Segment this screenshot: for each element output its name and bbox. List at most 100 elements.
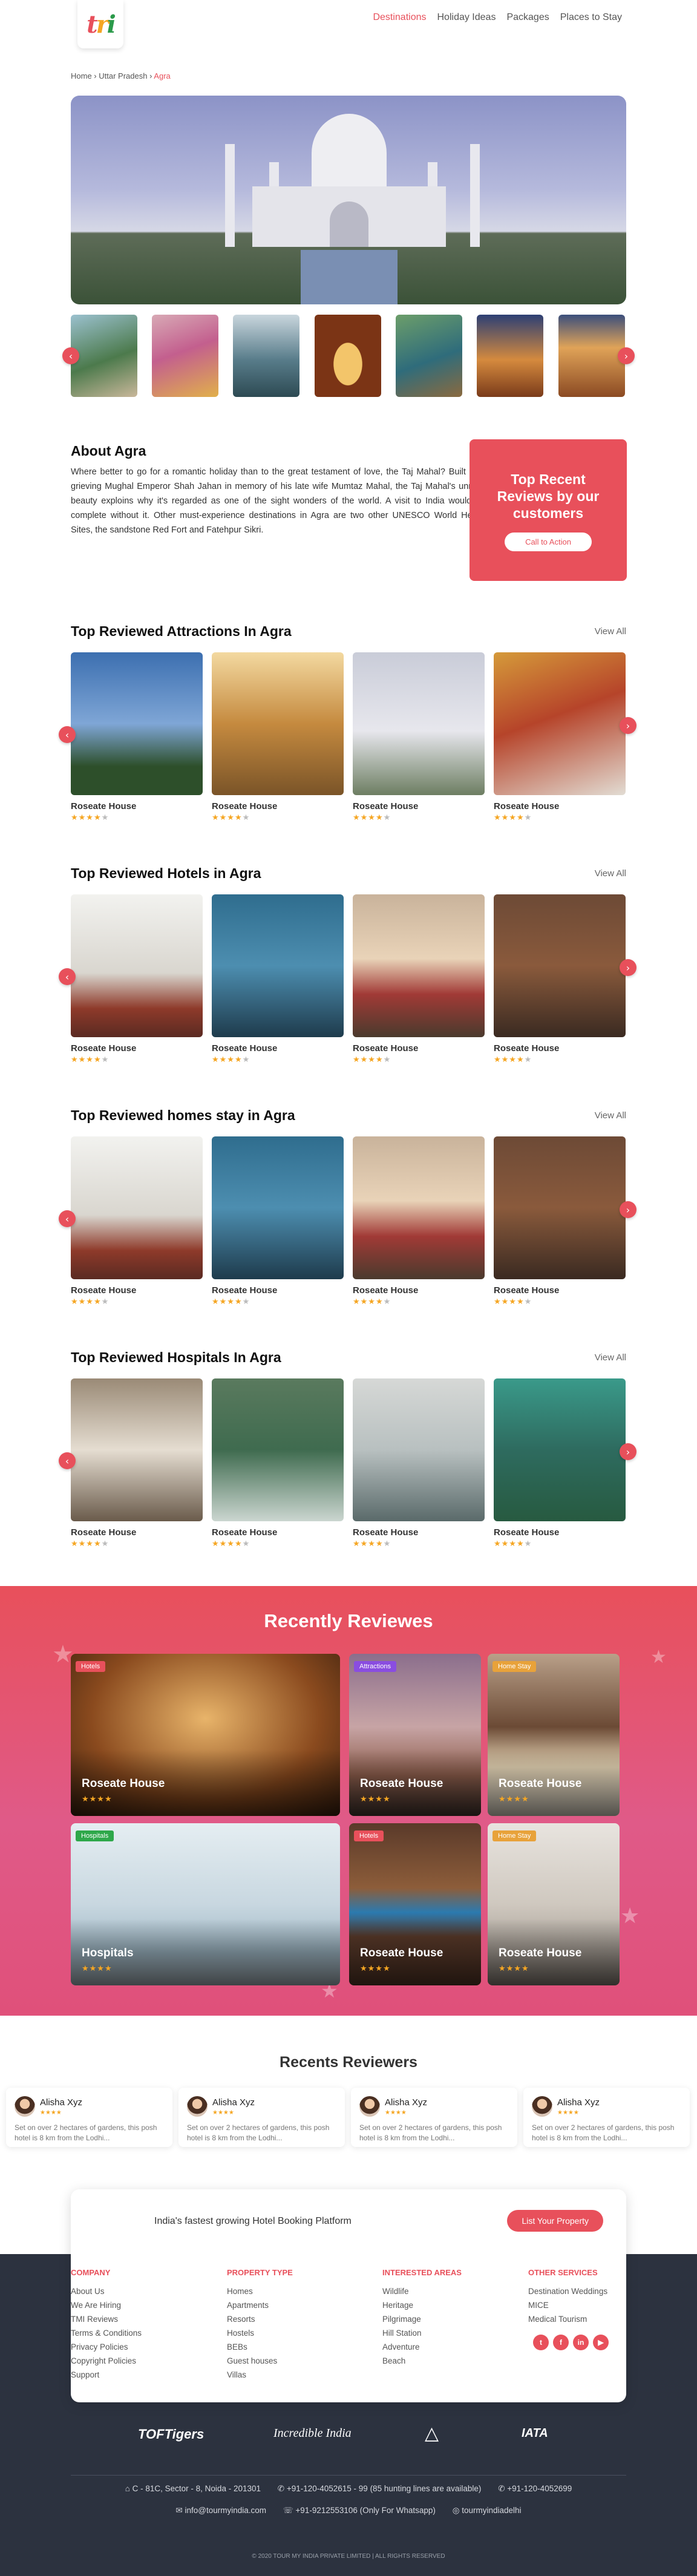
listing-card[interactable]: Roseate House ★★★★★ (212, 894, 344, 1064)
avatar (359, 2096, 380, 2117)
view-all-hotels-link[interactable]: View All (595, 868, 626, 879)
gallery-next-button[interactable]: › (618, 347, 635, 364)
footer-link[interactable]: Heritage (382, 2298, 462, 2312)
section-prev-button[interactable]: ‹ (59, 726, 76, 743)
footer-link[interactable]: Adventure (382, 2340, 462, 2354)
listing-card[interactable]: Roseate House ★★★★★ (353, 1136, 485, 1306)
gallery-prev-button[interactable]: ‹ (62, 347, 79, 364)
category-tag: Hotels (354, 1830, 384, 1841)
footer-link[interactable]: MICE (528, 2298, 607, 2312)
footer-link[interactable]: Homes (227, 2284, 293, 2298)
listing-card[interactable]: Roseate House ★★★★★ (353, 652, 485, 822)
view-all-hospitals-link[interactable]: View All (595, 1352, 626, 1363)
view-all-homestays-link[interactable]: View All (595, 1110, 626, 1121)
listing-card[interactable]: Roseate House ★★★★★ (212, 652, 344, 822)
twitter-icon[interactable]: t (533, 2335, 549, 2350)
footer-link[interactable]: Hill Station (382, 2326, 462, 2340)
footer-link[interactable]: Beach (382, 2354, 462, 2368)
footer-link[interactable]: Pilgrimage (382, 2312, 462, 2326)
footer-link[interactable]: Medical Tourism (528, 2312, 607, 2326)
listing-card[interactable]: Roseate House ★★★★★ (353, 894, 485, 1064)
listing-card[interactable]: Roseate House ★★★★★ (212, 1136, 344, 1306)
listing-card[interactable]: Roseate House ★★★★★ (71, 1136, 203, 1306)
category-tag: Hotels (76, 1661, 106, 1672)
listing-card[interactable]: Roseate House ★★★★★ (494, 1136, 626, 1306)
section-prev-button[interactable]: ‹ (59, 1210, 76, 1227)
social-handle[interactable]: ◎ tourmyindiadelhi (453, 2506, 522, 2515)
footer-link[interactable]: Hostels (227, 2326, 293, 2340)
gallery-thumb[interactable] (477, 315, 543, 397)
recent-card[interactable]: Hotels Roseate House ★★★★ (349, 1823, 481, 1985)
site-logo[interactable]: tri (77, 0, 123, 48)
footer-link[interactable]: Resorts (227, 2312, 293, 2326)
recent-card[interactable]: Hotels Roseate House ★★★★ (71, 1654, 340, 1816)
breadcrumb-home[interactable]: Home (71, 71, 92, 80)
footer-link[interactable]: Guest houses (227, 2354, 293, 2368)
footer-link[interactable]: Apartments (227, 2298, 293, 2312)
gallery-thumb[interactable] (71, 315, 137, 397)
footer-link[interactable]: BEBs (227, 2340, 293, 2354)
listing-card[interactable]: Roseate House ★★★★★ (71, 652, 203, 822)
section-next-button[interactable]: › (620, 717, 636, 734)
rating-stars: ★★★★ (557, 2109, 579, 2116)
listing-card[interactable]: Roseate House ★★★★★ (494, 1378, 626, 1549)
gallery-thumb[interactable] (315, 315, 381, 397)
list-property-button[interactable]: List Your Property (507, 2210, 603, 2232)
footer-link[interactable]: About Us (71, 2284, 142, 2298)
listing-card-name: Roseate House (212, 801, 278, 811)
linkedin-icon[interactable]: in (573, 2335, 589, 2350)
phone-secondary[interactable]: ✆ +91-120-4052699 (498, 2484, 572, 2493)
rating-stars: ★★★★★ (353, 1539, 391, 1549)
section-prev-button[interactable]: ‹ (59, 968, 76, 985)
facebook-icon[interactable]: f (553, 2335, 569, 2350)
recent-card[interactable]: Attractions Roseate House ★★★★ (349, 1654, 481, 1816)
email-link[interactable]: ✉ info@tourmyindia.com (175, 2506, 266, 2515)
gallery-thumb[interactable] (396, 315, 462, 397)
listing-card-image (353, 894, 485, 1037)
footer-link[interactable]: Terms & Conditions (71, 2326, 142, 2340)
section-next-button[interactable]: › (620, 1201, 636, 1218)
reviewer-card[interactable]: Alisha Xyz ★★★★ Set on over 2 hectares of … (351, 2088, 517, 2147)
listing-card[interactable]: Roseate House ★★★★★ (71, 1378, 203, 1549)
gallery-thumb[interactable] (233, 315, 299, 397)
gallery-thumb[interactable] (558, 315, 625, 397)
nav-places-to-stay[interactable]: Places to Stay (560, 12, 622, 23)
listing-card-image (71, 652, 203, 795)
listing-card[interactable]: Roseate House ★★★★★ (71, 894, 203, 1064)
reviewer-card[interactable]: Alisha Xyz ★★★★ Set on over 2 hectares of … (6, 2088, 172, 2147)
section-next-button[interactable]: › (620, 1443, 636, 1460)
footer-link[interactable]: Destination Weddings (528, 2284, 607, 2298)
recent-card[interactable]: Hospitals Hospitals ★★★★ (71, 1823, 340, 1985)
footer-link[interactable]: Copyright Policies (71, 2354, 142, 2368)
listing-card[interactable]: Roseate House ★★★★★ (494, 652, 626, 822)
footer-column: PROPERTY TYPE Homes Apartments Resorts Hoste… (227, 2268, 293, 2382)
breadcrumb-state[interactable]: Uttar Pradesh (99, 71, 147, 80)
gallery-thumb[interactable] (152, 315, 218, 397)
listing-card[interactable]: Roseate House ★★★★★ (494, 894, 626, 1064)
whatsapp-link[interactable]: ☏ +91-9212553106 (Only For Whatsapp) (283, 2506, 436, 2515)
view-all-attractions-link[interactable]: View All (595, 626, 626, 637)
reviewer-card[interactable]: Alisha Xyz ★★★★ Set on over 2 hectares of … (523, 2088, 690, 2147)
rating-stars: ★★★★★ (71, 1297, 110, 1306)
call-to-action-button[interactable]: Call to Action (505, 533, 592, 551)
listing-card[interactable]: Roseate House ★★★★★ (212, 1378, 344, 1549)
footer-link[interactable]: Privacy Policies (71, 2340, 142, 2354)
section-next-button[interactable]: › (620, 959, 636, 976)
footer-link[interactable]: Wildlife (382, 2284, 462, 2298)
reviewer-card[interactable]: Alisha Xyz ★★★★ Set on over 2 hectares of … (178, 2088, 345, 2147)
nav-destinations[interactable]: Destinations (373, 12, 426, 23)
footer-link[interactable]: We Are Hiring (71, 2298, 142, 2312)
nav-packages[interactable]: Packages (506, 12, 549, 23)
footer-link[interactable]: TMI Reviews (71, 2312, 142, 2326)
phone-primary[interactable]: ✆ +91-120-4052615 - 99 (85 hunting lines… (278, 2484, 482, 2493)
footer-link[interactable]: Support (71, 2368, 142, 2382)
recent-card[interactable]: Home Stay Roseate House ★★★★ (488, 1823, 620, 1985)
listing-card-name: Roseate House (494, 801, 560, 811)
youtube-icon[interactable]: ▶ (593, 2335, 609, 2350)
section-prev-button[interactable]: ‹ (59, 1452, 76, 1469)
listing-card-name: Roseate House (494, 1285, 560, 1296)
listing-card[interactable]: Roseate House ★★★★★ (353, 1378, 485, 1549)
footer-link[interactable]: Villas (227, 2368, 293, 2382)
recent-card[interactable]: Home Stay Roseate House ★★★★ (488, 1654, 620, 1816)
nav-holiday-ideas[interactable]: Holiday Ideas (437, 12, 496, 23)
